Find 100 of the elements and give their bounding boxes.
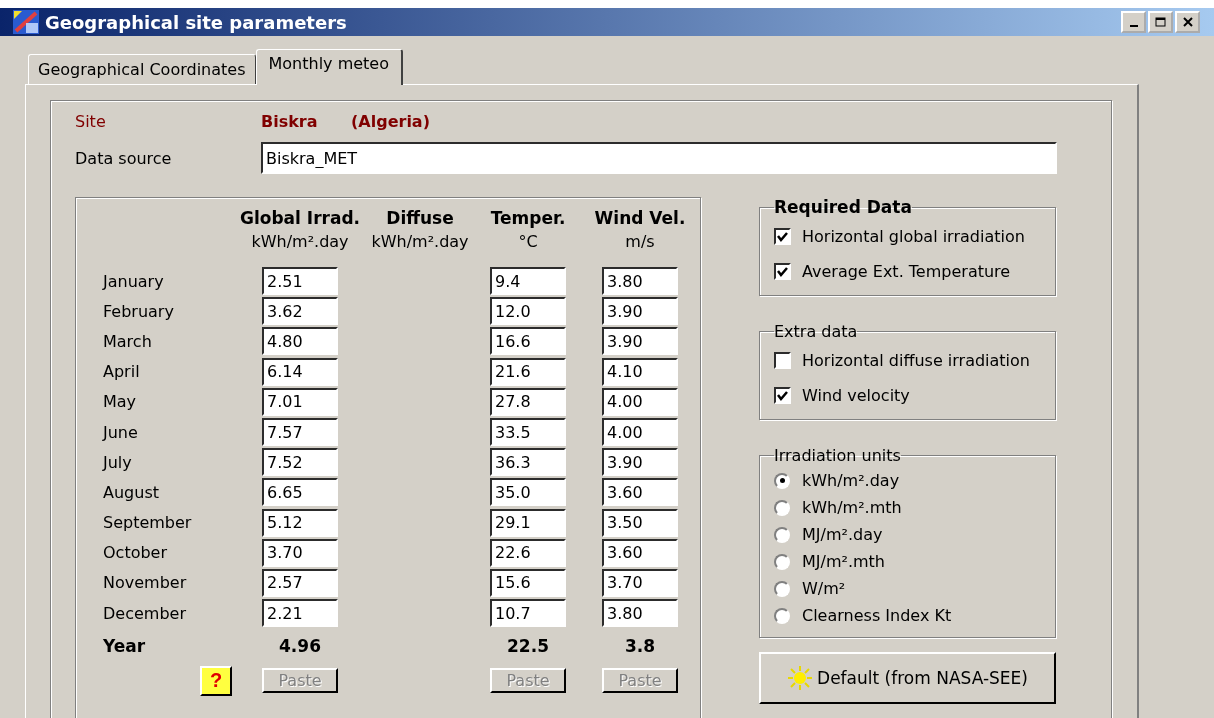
value-field[interactable]: 3.60 bbox=[602, 478, 678, 507]
value-field[interactable]: 36.3 bbox=[490, 448, 566, 477]
data-source-field[interactable]: Biskra_MET bbox=[261, 142, 1057, 174]
value-field[interactable]: 3.70 bbox=[602, 568, 678, 597]
radio-label: W/m² bbox=[802, 579, 846, 598]
value-field[interactable]: 5.12 bbox=[262, 508, 338, 537]
radio-button[interactable] bbox=[774, 499, 790, 516]
month-label: April bbox=[102, 361, 141, 384]
column-header: Global Irrad. bbox=[239, 208, 360, 228]
radio-button[interactable] bbox=[774, 607, 790, 624]
window-title: Geographical site parameters bbox=[45, 11, 347, 33]
value-field[interactable]: 27.8 bbox=[490, 387, 566, 416]
check-icon bbox=[776, 230, 789, 243]
month-label: May bbox=[102, 391, 138, 414]
radio-label: MJ/m².mth bbox=[802, 552, 885, 571]
group-title: Extra data bbox=[774, 322, 858, 341]
value-field[interactable]: 7.52 bbox=[262, 448, 338, 477]
year-value: 22.5 bbox=[507, 636, 549, 657]
checkbox-label: Wind velocity bbox=[802, 386, 910, 405]
column-unit: kWh/m².day bbox=[251, 232, 349, 251]
radio-button[interactable] bbox=[774, 472, 790, 489]
data-source-label: Data source bbox=[75, 148, 173, 168]
value-field[interactable]: 3.90 bbox=[602, 327, 678, 356]
check-icon bbox=[776, 265, 789, 278]
value-field[interactable]: 2.21 bbox=[262, 599, 338, 628]
maximize-icon bbox=[1155, 17, 1166, 27]
value-field[interactable]: 35.0 bbox=[490, 478, 566, 507]
month-label: August bbox=[102, 481, 160, 504]
checkbox[interactable] bbox=[774, 387, 791, 404]
value-field[interactable]: 3.90 bbox=[602, 297, 678, 326]
value-field[interactable]: 7.01 bbox=[262, 387, 338, 416]
value-field[interactable]: 4.00 bbox=[602, 418, 678, 447]
tab[interactable]: Monthly meteo bbox=[255, 49, 403, 85]
value-field[interactable]: 3.80 bbox=[602, 599, 678, 628]
value-field[interactable]: 3.80 bbox=[602, 267, 678, 296]
column-unit: kWh/m².day bbox=[371, 232, 469, 251]
value-field[interactable]: 21.6 bbox=[490, 357, 566, 386]
month-label: December bbox=[102, 602, 187, 625]
site-label: Site bbox=[75, 111, 107, 131]
app-icon bbox=[12, 9, 40, 35]
year-label: Year bbox=[102, 635, 147, 659]
check-icon bbox=[776, 389, 789, 402]
maximize-button[interactable] bbox=[1148, 11, 1173, 33]
tab[interactable]: Geographical Coordinates bbox=[28, 54, 256, 84]
radio-label: MJ/m².day bbox=[802, 525, 883, 544]
checkbox-label: Horizontal global irradiation bbox=[802, 227, 1025, 246]
value-field[interactable]: 3.60 bbox=[602, 538, 678, 567]
value-field[interactable]: 3.62 bbox=[262, 297, 338, 326]
year-value: 4.96 bbox=[279, 636, 321, 657]
help-button[interactable]: ? bbox=[200, 665, 232, 696]
year-value: 3.8 bbox=[624, 636, 656, 657]
radio-label: kWh/m².mth bbox=[802, 498, 902, 517]
default-button[interactable]: Default (from NASA-SEE) bbox=[759, 652, 1056, 704]
value-field[interactable]: 16.6 bbox=[490, 327, 566, 356]
column-header: Wind Vel. bbox=[594, 208, 686, 228]
radio-button[interactable] bbox=[774, 580, 790, 597]
value-field[interactable]: 12.0 bbox=[490, 297, 566, 326]
value-field[interactable]: 10.7 bbox=[490, 599, 566, 628]
value-field[interactable]: 2.57 bbox=[262, 568, 338, 597]
checkbox[interactable] bbox=[774, 263, 791, 280]
value-field[interactable]: 7.57 bbox=[262, 418, 338, 447]
checkbox-label: Horizontal diffuse irradiation bbox=[802, 351, 1030, 370]
minimize-button[interactable] bbox=[1121, 11, 1146, 33]
site-country: (Algeria) bbox=[351, 111, 430, 131]
value-field[interactable]: 15.6 bbox=[490, 568, 566, 597]
value-field[interactable]: 33.5 bbox=[490, 418, 566, 447]
close-button[interactable] bbox=[1175, 11, 1200, 33]
minimize-icon bbox=[1129, 25, 1138, 27]
close-icon bbox=[1182, 17, 1193, 27]
month-label: September bbox=[102, 512, 193, 535]
value-field[interactable]: 4.10 bbox=[602, 357, 678, 386]
month-label: October bbox=[102, 542, 169, 565]
month-label: January bbox=[101, 270, 165, 293]
value-field[interactable]: 22.6 bbox=[490, 538, 566, 567]
group-title: Required Data bbox=[774, 197, 912, 217]
checkbox[interactable] bbox=[774, 352, 791, 369]
radio-button[interactable] bbox=[774, 553, 790, 570]
value-field[interactable]: 9.4 bbox=[490, 267, 566, 296]
value-field[interactable]: 3.50 bbox=[602, 508, 678, 537]
value-field[interactable]: 3.90 bbox=[602, 448, 678, 477]
value-field[interactable]: 6.14 bbox=[262, 357, 338, 386]
column-unit: m/s bbox=[625, 232, 655, 251]
value-field[interactable]: 6.65 bbox=[262, 478, 338, 507]
radio-label: Clearness Index Kt bbox=[802, 606, 952, 625]
column-header: Diffuse bbox=[386, 208, 454, 228]
group-title: Irradiation units bbox=[774, 446, 901, 465]
value-field[interactable]: 3.70 bbox=[262, 538, 338, 567]
radio-button[interactable] bbox=[774, 526, 790, 543]
sun-icon bbox=[787, 665, 814, 691]
column-header: Temper. bbox=[490, 208, 566, 228]
value-field[interactable]: 29.1 bbox=[490, 508, 566, 537]
value-field[interactable]: 4.80 bbox=[262, 327, 338, 356]
checkbox-label: Average Ext. Temperature bbox=[802, 262, 1011, 281]
value-field[interactable]: 2.51 bbox=[262, 267, 338, 296]
month-label: July bbox=[101, 451, 133, 474]
checkbox[interactable] bbox=[774, 228, 791, 245]
month-label: February bbox=[102, 300, 175, 323]
value-field[interactable]: 4.00 bbox=[602, 387, 678, 416]
site-name: Biskra bbox=[261, 111, 319, 131]
month-label: June bbox=[101, 421, 139, 444]
